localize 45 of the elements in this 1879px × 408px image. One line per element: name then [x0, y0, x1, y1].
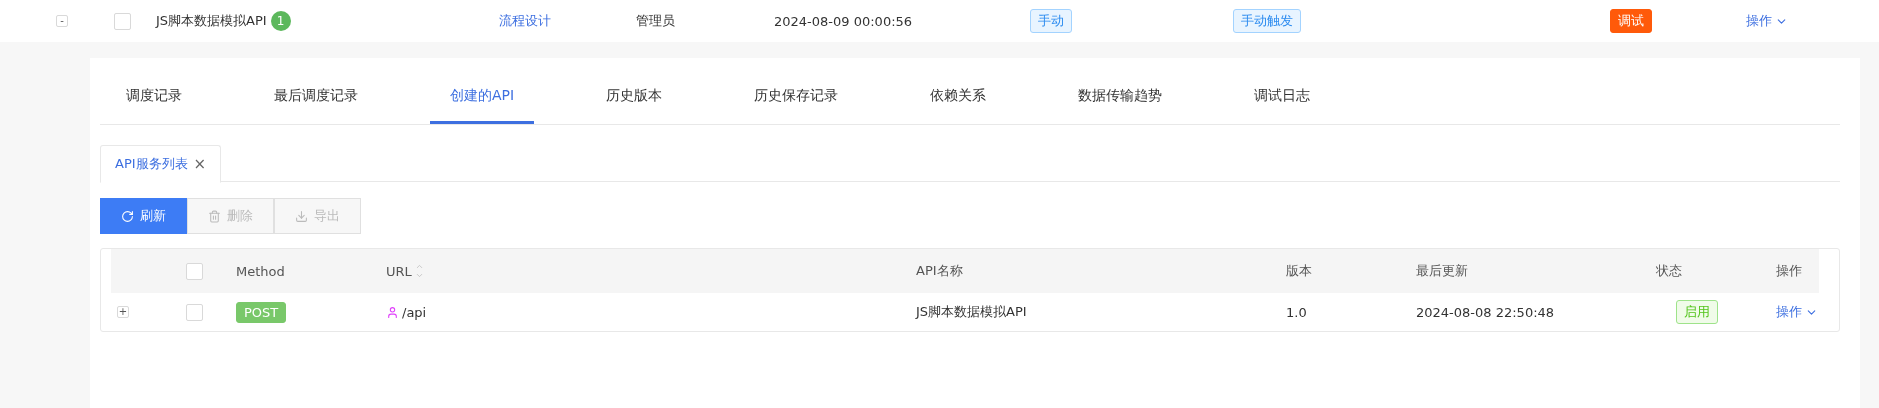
- tab[interactable]: 依赖关系: [910, 87, 1007, 124]
- sub-tab-label: API服务列表: [115, 155, 188, 173]
- column-header: 最后更新: [1416, 262, 1468, 280]
- column-header: URL: [386, 263, 412, 279]
- tab[interactable]: 历史版本: [586, 87, 683, 124]
- mode-tag: 手动: [1030, 9, 1072, 33]
- expand-button[interactable]: +: [117, 306, 129, 318]
- owner-text: 管理员: [636, 12, 675, 30]
- column-header: API名称: [916, 262, 963, 280]
- category-link[interactable]: 流程设计: [499, 12, 551, 30]
- column-header: 状态: [1656, 262, 1682, 280]
- tab[interactable]: 调试日志: [1234, 87, 1331, 124]
- user-icon: [386, 305, 399, 319]
- table-cell: /api: [402, 304, 427, 320]
- column-header: Method: [236, 263, 285, 279]
- table-cell: JS脚本数据模拟API: [916, 303, 1027, 321]
- collapse-button[interactable]: -: [56, 15, 68, 27]
- action-dropdown[interactable]: 操作: [1746, 12, 1788, 30]
- row-checkbox[interactable]: [186, 303, 203, 321]
- sub-tab[interactable]: API服务列表 ×: [100, 145, 222, 183]
- column-header: 操作: [1776, 262, 1802, 280]
- status-tag: 调试: [1610, 9, 1652, 33]
- action-dropdown[interactable]: 操作: [1776, 303, 1818, 321]
- download-icon: [295, 209, 308, 223]
- tab[interactable]: 数据传输趋势: [1058, 87, 1183, 124]
- method-tag: POST: [236, 301, 287, 323]
- tab[interactable]: 调度记录: [106, 87, 202, 124]
- row-checkbox[interactable]: [114, 12, 131, 30]
- refresh-button[interactable]: 刷新: [100, 198, 187, 234]
- time-text: 2024-08-09 00:00:56: [774, 13, 913, 29]
- status-tag: 启用: [1676, 300, 1718, 324]
- table-cell: 2024-08-08 22:50:48: [1416, 304, 1555, 320]
- count-badge: 1: [270, 11, 291, 31]
- tab[interactable]: 最后调度记录: [254, 87, 378, 124]
- close-icon[interactable]: ×: [193, 155, 207, 173]
- table-cell: 1.0: [1286, 304, 1307, 320]
- column-header: 版本: [1286, 262, 1312, 280]
- refresh-icon: [121, 209, 134, 223]
- header-checkbox[interactable]: [186, 262, 203, 280]
- sort-icon[interactable]: [414, 262, 424, 280]
- process-name: JS脚本数据模拟API: [156, 12, 267, 30]
- tab[interactable]: 创建的API: [430, 87, 535, 124]
- trash-icon: [208, 209, 221, 223]
- tab[interactable]: 历史保存记录: [734, 87, 859, 124]
- trigger-tag: 手动触发: [1233, 9, 1301, 33]
